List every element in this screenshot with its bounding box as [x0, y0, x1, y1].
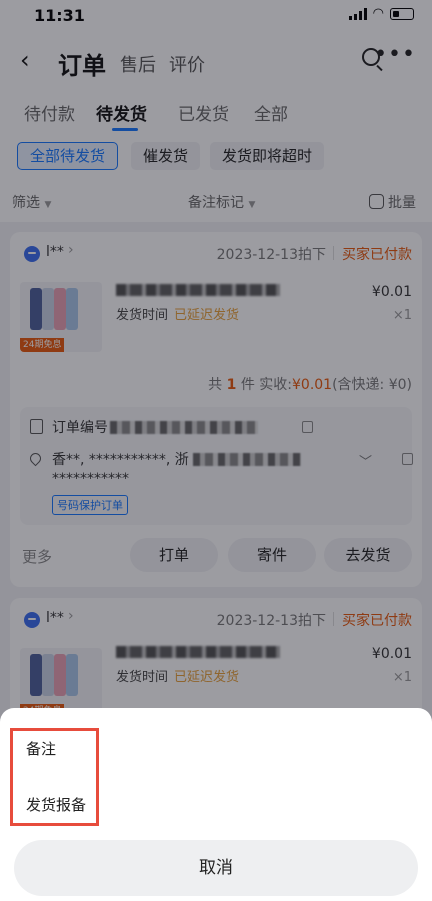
cancel-button[interactable]: 取消	[14, 840, 418, 896]
highlight-box	[10, 728, 99, 826]
action-sheet: 备注 发货报备 取消	[0, 708, 432, 901]
